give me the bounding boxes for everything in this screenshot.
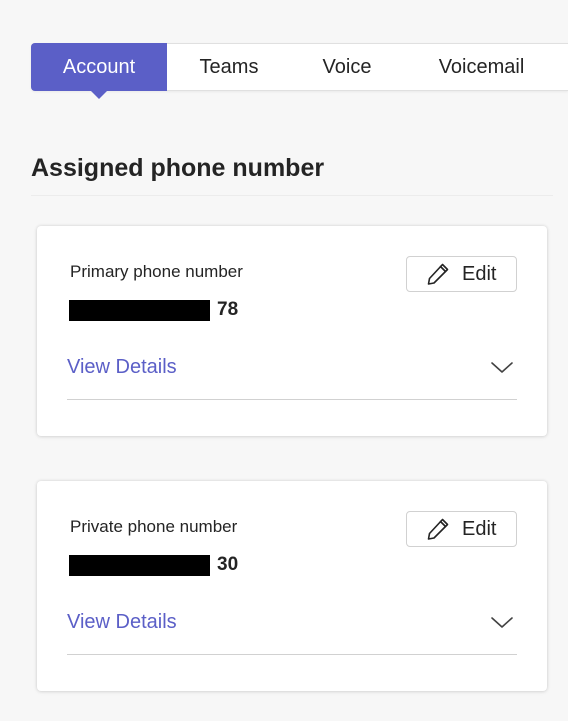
private-phone-card: Private phone number 30 Edit View Detail…: [37, 481, 547, 691]
tab-voicemail[interactable]: Voicemail: [403, 44, 560, 90]
settings-tabs: Account Teams Voice Voicemail: [31, 43, 568, 99]
tab-account[interactable]: Account: [31, 43, 167, 99]
pencil-icon: [425, 261, 451, 287]
view-details-link[interactable]: View Details: [67, 356, 177, 379]
primary-phone-label: Primary phone number: [70, 262, 243, 281]
tab-teams-label: Teams: [199, 55, 259, 78]
private-phone-label: Private phone number: [70, 517, 238, 536]
section-title: Assigned phone number: [31, 154, 325, 182]
tab-account-label: Account: [62, 55, 136, 78]
pencil-icon: [425, 516, 451, 542]
edit-primary-phone-button[interactable]: Edit: [406, 256, 517, 292]
details-divider: [67, 654, 517, 655]
settings-page: Account Teams Voice Voicemail Assigned p…: [0, 0, 568, 721]
details-divider: [67, 399, 517, 400]
primary-phone-number-suffix: 78: [217, 299, 239, 320]
tab-voice[interactable]: Voice: [291, 44, 403, 90]
edit-label: Edit: [462, 517, 497, 540]
chevron-down-icon[interactable]: [490, 613, 514, 633]
view-details-link[interactable]: View Details: [67, 611, 177, 634]
tab-teams[interactable]: Teams: [167, 44, 291, 90]
edit-private-phone-button[interactable]: Edit: [406, 511, 517, 547]
chevron-down-icon[interactable]: [490, 358, 514, 378]
section-divider: [31, 195, 553, 196]
redacted-number: [69, 300, 210, 321]
primary-phone-card: Primary phone number 78 Edit View Detail…: [37, 226, 547, 436]
edit-label: Edit: [462, 262, 497, 285]
active-tab-pointer: [90, 90, 108, 99]
redacted-number: [69, 555, 210, 576]
tab-voice-label: Voice: [322, 55, 372, 78]
tab-voicemail-label: Voicemail: [438, 55, 525, 78]
private-phone-number-suffix: 30: [217, 554, 239, 575]
